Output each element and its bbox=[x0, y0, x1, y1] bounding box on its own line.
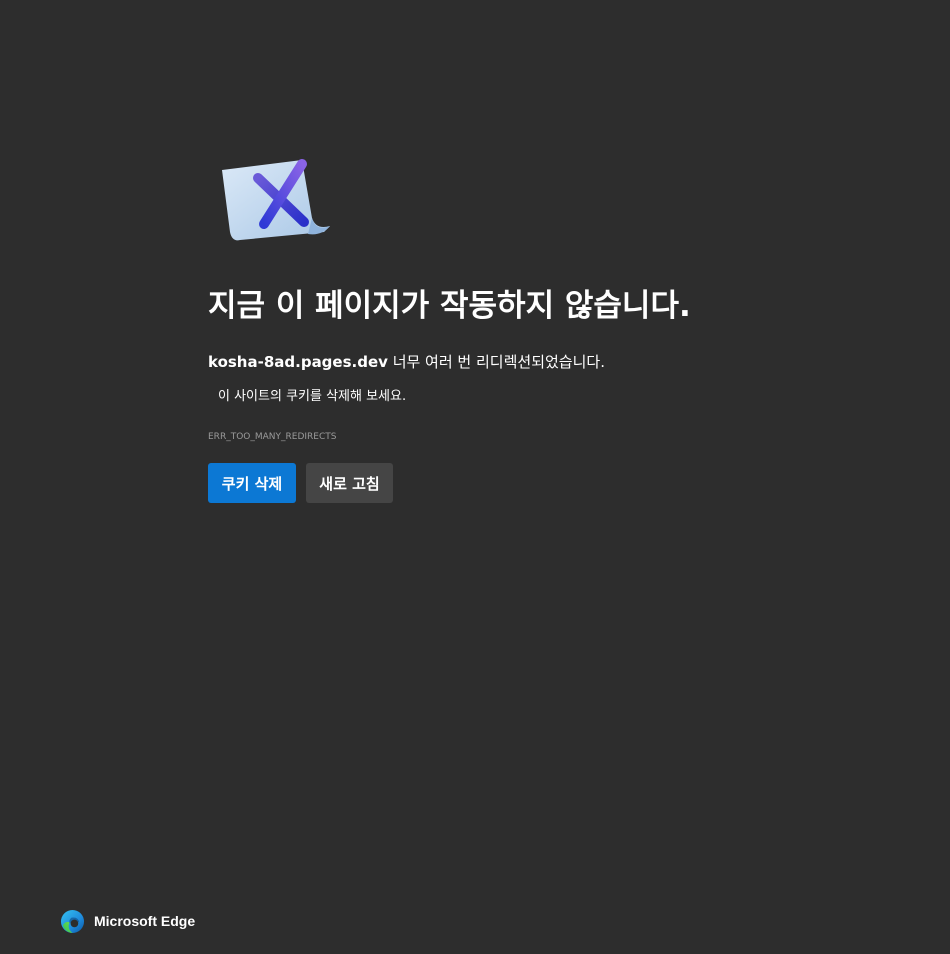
reload-button[interactable]: 새로 고침 bbox=[306, 463, 393, 503]
error-message: kosha-8ad.pages.dev 너무 여러 번 리디렉션되었습니다. bbox=[208, 350, 605, 374]
site-domain: kosha-8ad.pages.dev bbox=[208, 353, 388, 371]
brand-name: Microsoft Edge bbox=[94, 913, 196, 929]
clear-cookies-button[interactable]: 쿠키 삭제 bbox=[208, 463, 296, 503]
browser-brand: Microsoft Edge bbox=[60, 908, 195, 934]
error-code: ERR_TOO_MANY_REDIRECTS bbox=[208, 432, 337, 442]
suggestion-text: 이 사이트의 쿠키를 삭제해 보세요. bbox=[218, 389, 407, 404]
error-page: 지금 이 페이지가 작동하지 않습니다. kosha-8ad.pages.dev… bbox=[0, 0, 950, 954]
action-buttons: 쿠키 삭제 새로 고침 bbox=[208, 463, 393, 503]
page-title: 지금 이 페이지가 작동하지 않습니다. bbox=[208, 288, 691, 324]
error-document-x-icon bbox=[222, 159, 330, 241]
edge-logo-icon bbox=[60, 909, 85, 933]
redirect-message: 너무 여러 번 리디렉션되었습니다. bbox=[387, 353, 605, 371]
